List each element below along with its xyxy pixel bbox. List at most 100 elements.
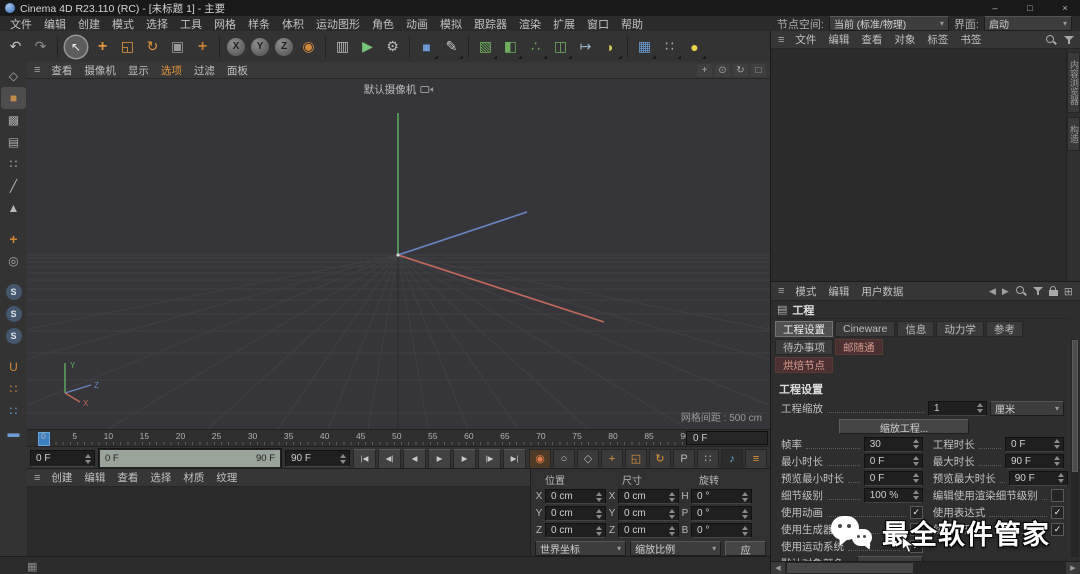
menu-item[interactable]: 选择 (140, 16, 174, 32)
spinner-arrows-icon[interactable] (742, 526, 749, 536)
record-parameter-button[interactable]: P (673, 449, 695, 469)
spinner-arrows-icon[interactable] (977, 403, 984, 413)
history-back-icon[interactable]: ◀ (989, 286, 996, 297)
spinner-arrows-icon[interactable] (742, 492, 749, 502)
array-button[interactable]: ∴ (523, 34, 548, 60)
filter-icon[interactable] (1033, 286, 1043, 296)
spinner-arrows-icon[interactable] (85, 454, 92, 464)
menu-item[interactable]: 帮助 (615, 16, 649, 32)
scrollbar-thumb[interactable] (1072, 340, 1078, 472)
viewport-menu-panel[interactable]: 面板 (221, 63, 254, 78)
horizontal-scrollbar[interactable]: ◀ ▶ (771, 561, 1080, 574)
camera-button[interactable]: ∷ (657, 34, 682, 60)
record-pla-button[interactable]: ∷ (697, 449, 719, 469)
position-spinner[interactable]: 0 cm (545, 489, 606, 504)
solo-mode-button[interactable]: ◎ (1, 250, 26, 272)
edges-mode-button[interactable]: ╱ (1, 175, 26, 197)
lod-spinner[interactable]: 100 % (864, 488, 923, 503)
menu-item[interactable]: 动画 (400, 16, 434, 32)
scrollbar-thumb[interactable] (787, 563, 913, 573)
prev-frame-button[interactable]: ◀ (403, 449, 426, 469)
new-panel-icon[interactable]: ⊞ (1064, 285, 1073, 298)
maximize-view-button[interactable]: □ (751, 64, 766, 77)
magnet-button[interactable]: U (1, 356, 26, 378)
goto-end-button[interactable]: ▶| (503, 449, 526, 469)
prev-key-button[interactable]: ◀| (378, 449, 401, 469)
side-tab[interactable]: 内容浏览器 (1067, 52, 1080, 113)
render-picture-viewer-button[interactable]: ▶ (355, 34, 380, 60)
spline-pen-button[interactable]: ✎ (439, 34, 464, 60)
am-menu-item[interactable]: 编辑 (822, 284, 855, 299)
polygons-mode-button[interactable]: ▲ (1, 197, 26, 219)
spinner-arrows-icon[interactable] (596, 492, 603, 502)
fps-spinner[interactable]: 30 (864, 437, 923, 452)
material-menu-item[interactable]: 编辑 (78, 470, 111, 485)
use-deformers-checkbox[interactable] (1051, 523, 1064, 536)
viewport-menu-display[interactable]: 显示 (122, 63, 155, 78)
viewport-menu-filter[interactable]: 过滤 (188, 63, 221, 78)
size-spinner[interactable]: 0 cm (618, 489, 679, 504)
search-icon[interactable] (1015, 285, 1027, 297)
spinner-arrows-icon[interactable] (669, 509, 676, 519)
quantize-snap-button[interactable]: S (6, 306, 22, 322)
record-scale-button[interactable]: ◱ (625, 449, 647, 469)
spinner-arrows-icon[interactable] (669, 526, 676, 536)
spinner-arrows-icon[interactable] (340, 454, 347, 464)
make-editable-button[interactable]: ◇ (1, 65, 26, 87)
material-menu-item[interactable]: 创建 (45, 470, 78, 485)
menu-item[interactable]: 创建 (72, 16, 106, 32)
pan-view-button[interactable]: + (697, 64, 712, 77)
subdivision-surface-button[interactable]: ▧ (473, 34, 498, 60)
material-menu-item[interactable]: 查看 (111, 470, 144, 485)
lock-y-button[interactable]: Y (251, 38, 269, 56)
side-tab[interactable]: 构造 (1067, 117, 1080, 151)
project-scale-spinner[interactable]: 1 (928, 401, 987, 416)
live-selection-tool[interactable]: ↖ (65, 36, 87, 58)
menu-item[interactable]: 模拟 (434, 16, 468, 32)
panel-menu-icon[interactable]: ≡ (31, 472, 43, 484)
search-icon[interactable] (1045, 34, 1057, 46)
floor-button[interactable]: ▦ (632, 34, 657, 60)
camera-label[interactable]: 默认摄像机 (364, 82, 434, 97)
tab-cineware[interactable]: Cineware (835, 321, 895, 337)
tab-extra[interactable]: 邮随通 (835, 339, 883, 355)
node-space-select[interactable]: 当前 (标准/物理)▾ (829, 16, 949, 31)
lock-z-button[interactable]: Z (275, 38, 293, 56)
history-forward-icon[interactable]: ▶ (1002, 286, 1009, 297)
viewport-menu-view[interactable]: 查看 (45, 63, 78, 78)
array-grid-button[interactable]: ∷ (1, 378, 26, 400)
menu-item[interactable]: 窗口 (581, 16, 615, 32)
minimize-button[interactable]: – (980, 0, 1010, 16)
light-button[interactable]: ● (682, 34, 707, 60)
last-used-tool[interactable]: ▣ (165, 34, 190, 60)
om-menu-item[interactable]: 书签 (954, 32, 987, 47)
material-menu-item[interactable]: 材质 (177, 470, 210, 485)
spinner-arrows-icon[interactable] (596, 526, 603, 536)
menu-item[interactable]: 样条 (242, 16, 276, 32)
viewport-canvas[interactable]: 默认摄像机 Y Z X 网格间距 : 500 cm (27, 79, 770, 430)
om-menu-item[interactable]: 文件 (789, 32, 822, 47)
enable-axis-tool[interactable]: + (190, 34, 215, 60)
om-menu-item[interactable]: 对象 (888, 32, 921, 47)
redo-button[interactable]: ↷ (28, 34, 53, 60)
workplane-button[interactable]: ▬ (1, 422, 26, 444)
am-menu-item[interactable]: 模式 (789, 284, 822, 299)
play-button[interactable]: ▶ (428, 449, 451, 469)
rotation-spinner[interactable]: 0 ° (691, 523, 752, 538)
vertical-scrollbar[interactable] (1071, 339, 1079, 557)
workplane-mode-button[interactable]: ▤ (1, 131, 26, 153)
enable-axis-button[interactable]: + (1, 228, 26, 250)
om-menu-item[interactable]: 编辑 (822, 32, 855, 47)
position-spinner[interactable]: 0 cm (545, 506, 606, 521)
timeline-ruler[interactable]: 051015202530354045505560657075808590 0 F (27, 430, 770, 447)
orbit-view-button[interactable]: ↻ (733, 64, 748, 77)
panel-menu-icon[interactable]: ≡ (775, 34, 787, 46)
material-list[interactable] (27, 487, 530, 557)
lock-icon[interactable] (1049, 290, 1058, 296)
menu-item[interactable]: 渲染 (513, 16, 547, 32)
interface-select[interactable]: 启动▾ (984, 16, 1072, 31)
menu-item[interactable]: 文件 (4, 16, 38, 32)
tab-todo[interactable]: 待办事项 (775, 339, 833, 355)
menu-item[interactable]: 体积 (276, 16, 310, 32)
symmetry-button[interactable]: ◫ (548, 34, 573, 60)
